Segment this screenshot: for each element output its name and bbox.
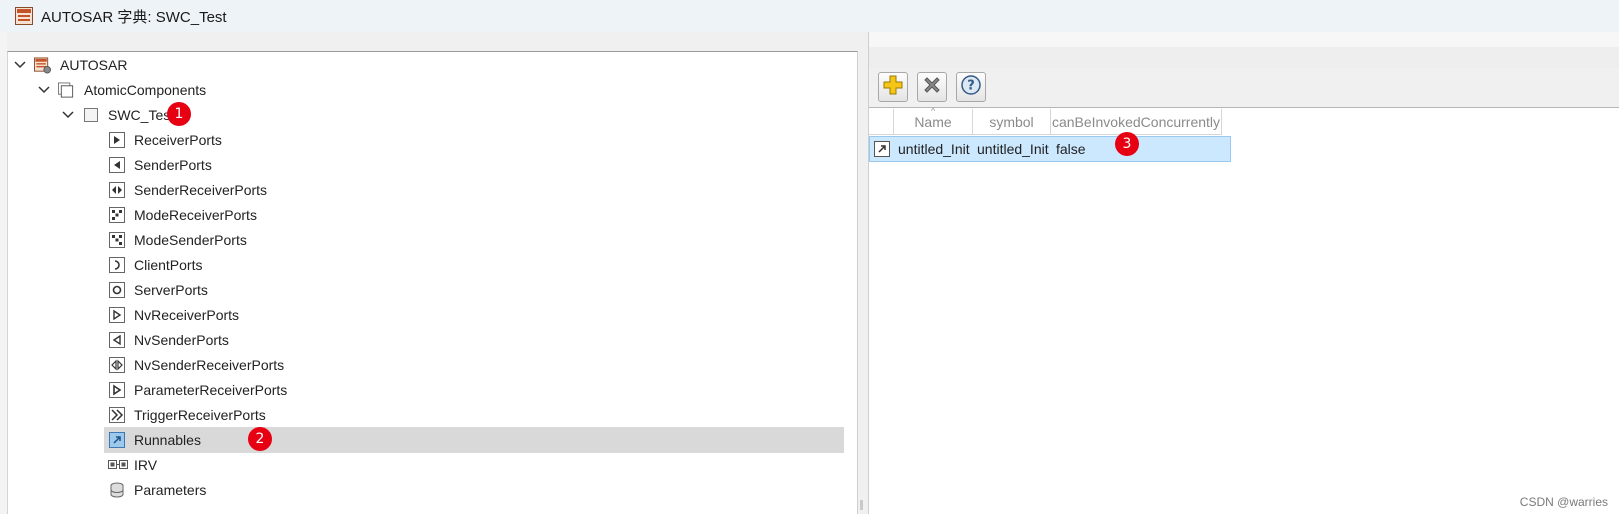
splitter-grip[interactable] [860,500,863,510]
tree-item-label: Parameters [134,482,207,498]
tree-item-atomic-components[interactable]: AtomicComponents [36,77,206,103]
tree-item-swc-test[interactable]: SWC_Test [60,102,174,128]
tree-item-label: Runnables [134,432,201,448]
cell-canbeinvokedconcurrently[interactable]: false [1056,137,1086,161]
tree-item-triggerreceiverports[interactable]: TriggerReceiverPorts [108,402,848,428]
irv-icon [108,457,128,474]
tree-item-label: AtomicComponents [84,82,207,98]
server-port-icon [108,282,125,299]
tree-item-runnables[interactable]: Runnables [104,427,844,453]
sender-receiver-port-icon [108,182,125,199]
chevron-down-icon[interactable] [60,107,76,123]
runnable-icon [108,432,125,449]
column-header-label: symbol [989,113,1034,130]
tree-item-receiverports[interactable]: ReceiverPorts [108,127,848,153]
column-header-canbeinvokedconcurrently[interactable]: canBeInvokedConcurrently [1051,109,1222,135]
table-header-icon-column [869,109,894,135]
parameter-receiver-port-icon [108,382,125,399]
add-icon [882,74,904,101]
sender-port-icon [108,157,125,174]
tree-item-modereceiverports[interactable]: ModeReceiverPorts [108,202,848,228]
tree-item-label: SenderPorts [134,157,212,173]
window-title: AUTOSAR 字典: SWC_Test [41,8,227,26]
components-folder-icon [58,81,75,99]
mode-sender-port-icon [108,232,125,249]
title-bar: AUTOSAR 字典: SWC_Test [0,0,1619,32]
tree-item-nvsenderreceiverports[interactable]: NvSenderReceiverPorts [108,352,848,378]
nv-receiver-port-icon [108,307,125,324]
app-window: AUTOSAR 字典: SWC_Test AUTOSAR AtomicCompo… [0,0,1619,514]
tree-item-label: ParameterReceiverPorts [134,382,288,398]
table-row[interactable]: untitled_Init untitled_Init false [869,136,1231,162]
tree-item-senderports[interactable]: SenderPorts [108,152,848,178]
details-pane: ? ^ Name symbol canBeInvokedConcurrently… [868,32,1619,514]
tree-item-clientports[interactable]: ClientPorts [108,252,848,278]
tree-item-parameters[interactable]: Parameters [108,477,848,503]
delete-button[interactable] [917,72,947,102]
add-button[interactable] [878,72,908,102]
help-button[interactable]: ? [956,72,986,102]
column-header-name[interactable]: ^ Name [894,106,973,135]
left-edge [0,32,7,514]
tree-item-label: ClientPorts [134,257,203,273]
details-header-strip [869,32,1619,68]
tree-item-label: SWC_Test [108,107,175,123]
tree-item-nvsenderports[interactable]: NvSenderPorts [108,327,848,353]
annotation-badge-2: 2 [248,427,272,451]
toolbar: ? [869,68,1619,108]
tree-item-label: AUTOSAR [60,57,128,73]
tree-item-label: ModeSenderPorts [134,232,247,248]
client-port-icon [108,257,125,274]
watermark: CSDN @warries [1519,495,1608,509]
sort-ascending-icon: ^ [930,106,936,116]
tree-pane: AUTOSAR AtomicComponents SWC_Test Receiv… [7,51,858,514]
delete-icon [921,74,943,101]
tree-item-label: NvSenderPorts [134,332,229,348]
tree-item-nvreceiverports[interactable]: NvReceiverPorts [108,302,848,328]
column-header-symbol[interactable]: symbol [973,109,1051,135]
nv-sender-receiver-port-icon [108,357,125,374]
tree-item-label: TriggerReceiverPorts [134,407,266,423]
cell-symbol[interactable]: untitled_Init [977,137,1049,161]
help-icon: ? [960,74,982,101]
chevron-down-icon[interactable] [36,82,52,98]
trigger-receiver-port-icon [108,407,125,424]
tree-item-label: SenderReceiverPorts [134,182,268,198]
app-icon [15,7,33,25]
tree-item-label: ModeReceiverPorts [134,207,257,223]
tree-item-label: ServerPorts [134,282,208,298]
tree-item-label: ReceiverPorts [134,132,222,148]
mode-receiver-port-icon [108,207,125,224]
receiver-port-icon [108,132,125,149]
chevron-down-icon[interactable] [12,57,28,73]
annotation-badge-1: 1 [167,102,191,126]
autosar-dictionary-icon [34,56,51,74]
column-header-label: canBeInvokedConcurrently [1051,113,1221,130]
tree-item-parameterreceiverports[interactable]: ParameterReceiverPorts [108,377,848,403]
tree-item-label: NvReceiverPorts [134,307,240,323]
cell-name[interactable]: untitled_Init [898,137,970,161]
tree-item-senderreceiverports[interactable]: SenderReceiverPorts [108,177,848,203]
annotation-badge-3: 3 [1115,132,1139,156]
tree-item-irv[interactable]: IRV [108,452,848,478]
svg-text:?: ? [967,78,975,93]
parameters-icon [108,482,125,499]
nv-sender-port-icon [108,332,125,349]
tree-item-label: IRV [134,457,158,473]
tree-item-autosar[interactable]: AUTOSAR [12,52,127,78]
tree-item-serverports[interactable]: ServerPorts [108,277,848,303]
tree-item-modesenderports[interactable]: ModeSenderPorts [108,227,848,253]
runnable-icon [874,137,890,161]
tree-item-label: NvSenderReceiverPorts [134,357,285,373]
component-box-icon [82,107,99,124]
